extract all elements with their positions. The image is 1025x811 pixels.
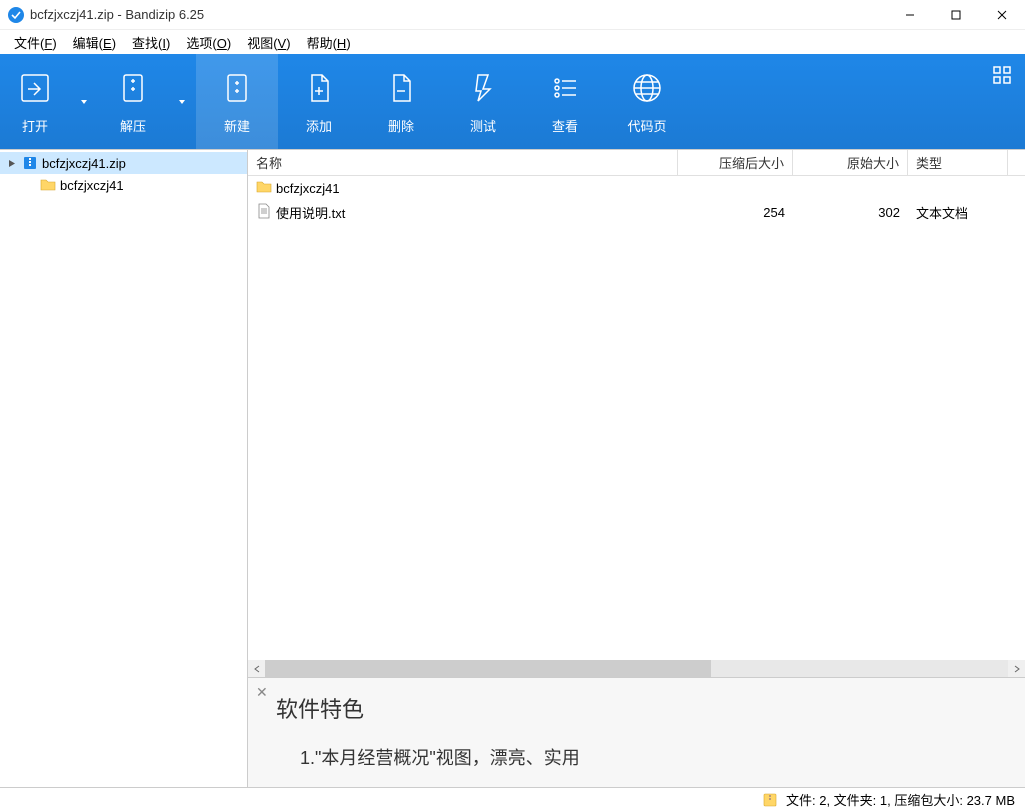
open-dropdown[interactable] [70,54,98,149]
delete-icon [381,68,421,108]
archive-status-icon [762,792,778,808]
menubar: 文件(F) 编辑(E) 查找(I) 选项(O) 视图(V) 帮助(H) [0,30,1025,54]
open-button[interactable]: 打开 [0,54,70,149]
zip-icon [22,155,38,171]
menu-file[interactable]: 文件(F) [8,31,63,54]
window-title: bcfzjxczj41.zip - Bandizip 6.25 [30,7,887,22]
tree-root-label: bcfzjxczj41.zip [42,156,126,171]
preview-title: 软件特色 [276,692,997,724]
tree-child[interactable]: bcfzjxczj41 [0,174,247,196]
horizontal-scrollbar[interactable] [248,660,1025,677]
list-body[interactable]: bcfzjxczj41 使用说明.txt 254 302 文本文档 [248,176,1025,660]
open-icon [15,68,55,108]
row-original: 302 [793,205,908,220]
test-button[interactable]: 测试 [442,54,524,149]
row-compressed: 254 [678,205,793,220]
new-icon [217,68,257,108]
add-icon [299,68,339,108]
content-area: bcfzjxczj41.zip bcfzjxczj41 名称 压缩后大小 原始大… [0,149,1025,787]
list-row[interactable]: 使用说明.txt 254 302 文本文档 [248,200,1025,224]
col-original[interactable]: 原始大小 [793,150,908,175]
collapse-icon[interactable] [6,159,18,168]
col-name[interactable]: 名称 [248,150,678,175]
view-icon [545,68,585,108]
tree-child-label: bcfzjxczj41 [60,178,124,193]
text-file-icon [256,203,272,222]
new-button[interactable]: 新建 [196,54,278,149]
col-type[interactable]: 类型 [908,150,1008,175]
extract-button[interactable]: 解压 [98,54,168,149]
col-compressed[interactable]: 压缩后大小 [678,150,793,175]
preview-panel: ✕ 软件特色 1."本月经营概况"视图，漂亮、实用 [248,677,1025,787]
delete-button[interactable]: 删除 [360,54,442,149]
test-icon [463,68,503,108]
menu-edit[interactable]: 编辑(E) [67,31,122,54]
list-header: 名称 压缩后大小 原始大小 类型 [248,150,1025,176]
list-panel: 名称 压缩后大小 原始大小 类型 bcfzjxczj41 [248,150,1025,787]
app-icon [8,7,24,23]
row-name: 使用说明.txt [276,203,345,222]
layout-grid-button[interactable] [993,66,1011,87]
extract-icon [113,68,153,108]
scroll-right-icon[interactable] [1008,660,1025,677]
statusbar: 文件: 2, 文件夹: 1, 压缩包大小: 23.7 MB [0,787,1025,811]
tree-root[interactable]: bcfzjxczj41.zip [0,152,247,174]
codepage-button[interactable]: 代码页 [606,54,688,149]
codepage-icon [627,68,667,108]
scroll-left-icon[interactable] [248,660,265,677]
window-controls [887,0,1025,30]
preview-close-icon[interactable]: ✕ [256,684,268,701]
folder-icon [40,177,56,193]
titlebar: bcfzjxczj41.zip - Bandizip 6.25 [0,0,1025,30]
menu-help[interactable]: 帮助(H) [301,31,357,54]
close-button[interactable] [979,0,1025,30]
row-type: 文本文档 [908,203,1008,222]
status-text: 文件: 2, 文件夹: 1, 压缩包大小: 23.7 MB [786,790,1015,809]
row-name: bcfzjxczj41 [276,181,340,196]
toolbar: 打开 解压 新建 添加 删除 [0,54,1025,149]
menu-option[interactable]: 选项(O) [180,31,237,54]
menu-view[interactable]: 视图(V) [241,31,296,54]
add-button[interactable]: 添加 [278,54,360,149]
tree-panel[interactable]: bcfzjxczj41.zip bcfzjxczj41 [0,150,248,787]
preview-body: 1."本月经营概况"视图，漂亮、实用 [276,744,997,770]
folder-icon [256,179,272,198]
maximize-button[interactable] [933,0,979,30]
view-button[interactable]: 查看 [524,54,606,149]
file-list: 名称 压缩后大小 原始大小 类型 bcfzjxczj41 [248,150,1025,677]
extract-dropdown[interactable] [168,54,196,149]
menu-find[interactable]: 查找(I) [126,31,176,54]
minimize-button[interactable] [887,0,933,30]
list-row[interactable]: bcfzjxczj41 [248,176,1025,200]
